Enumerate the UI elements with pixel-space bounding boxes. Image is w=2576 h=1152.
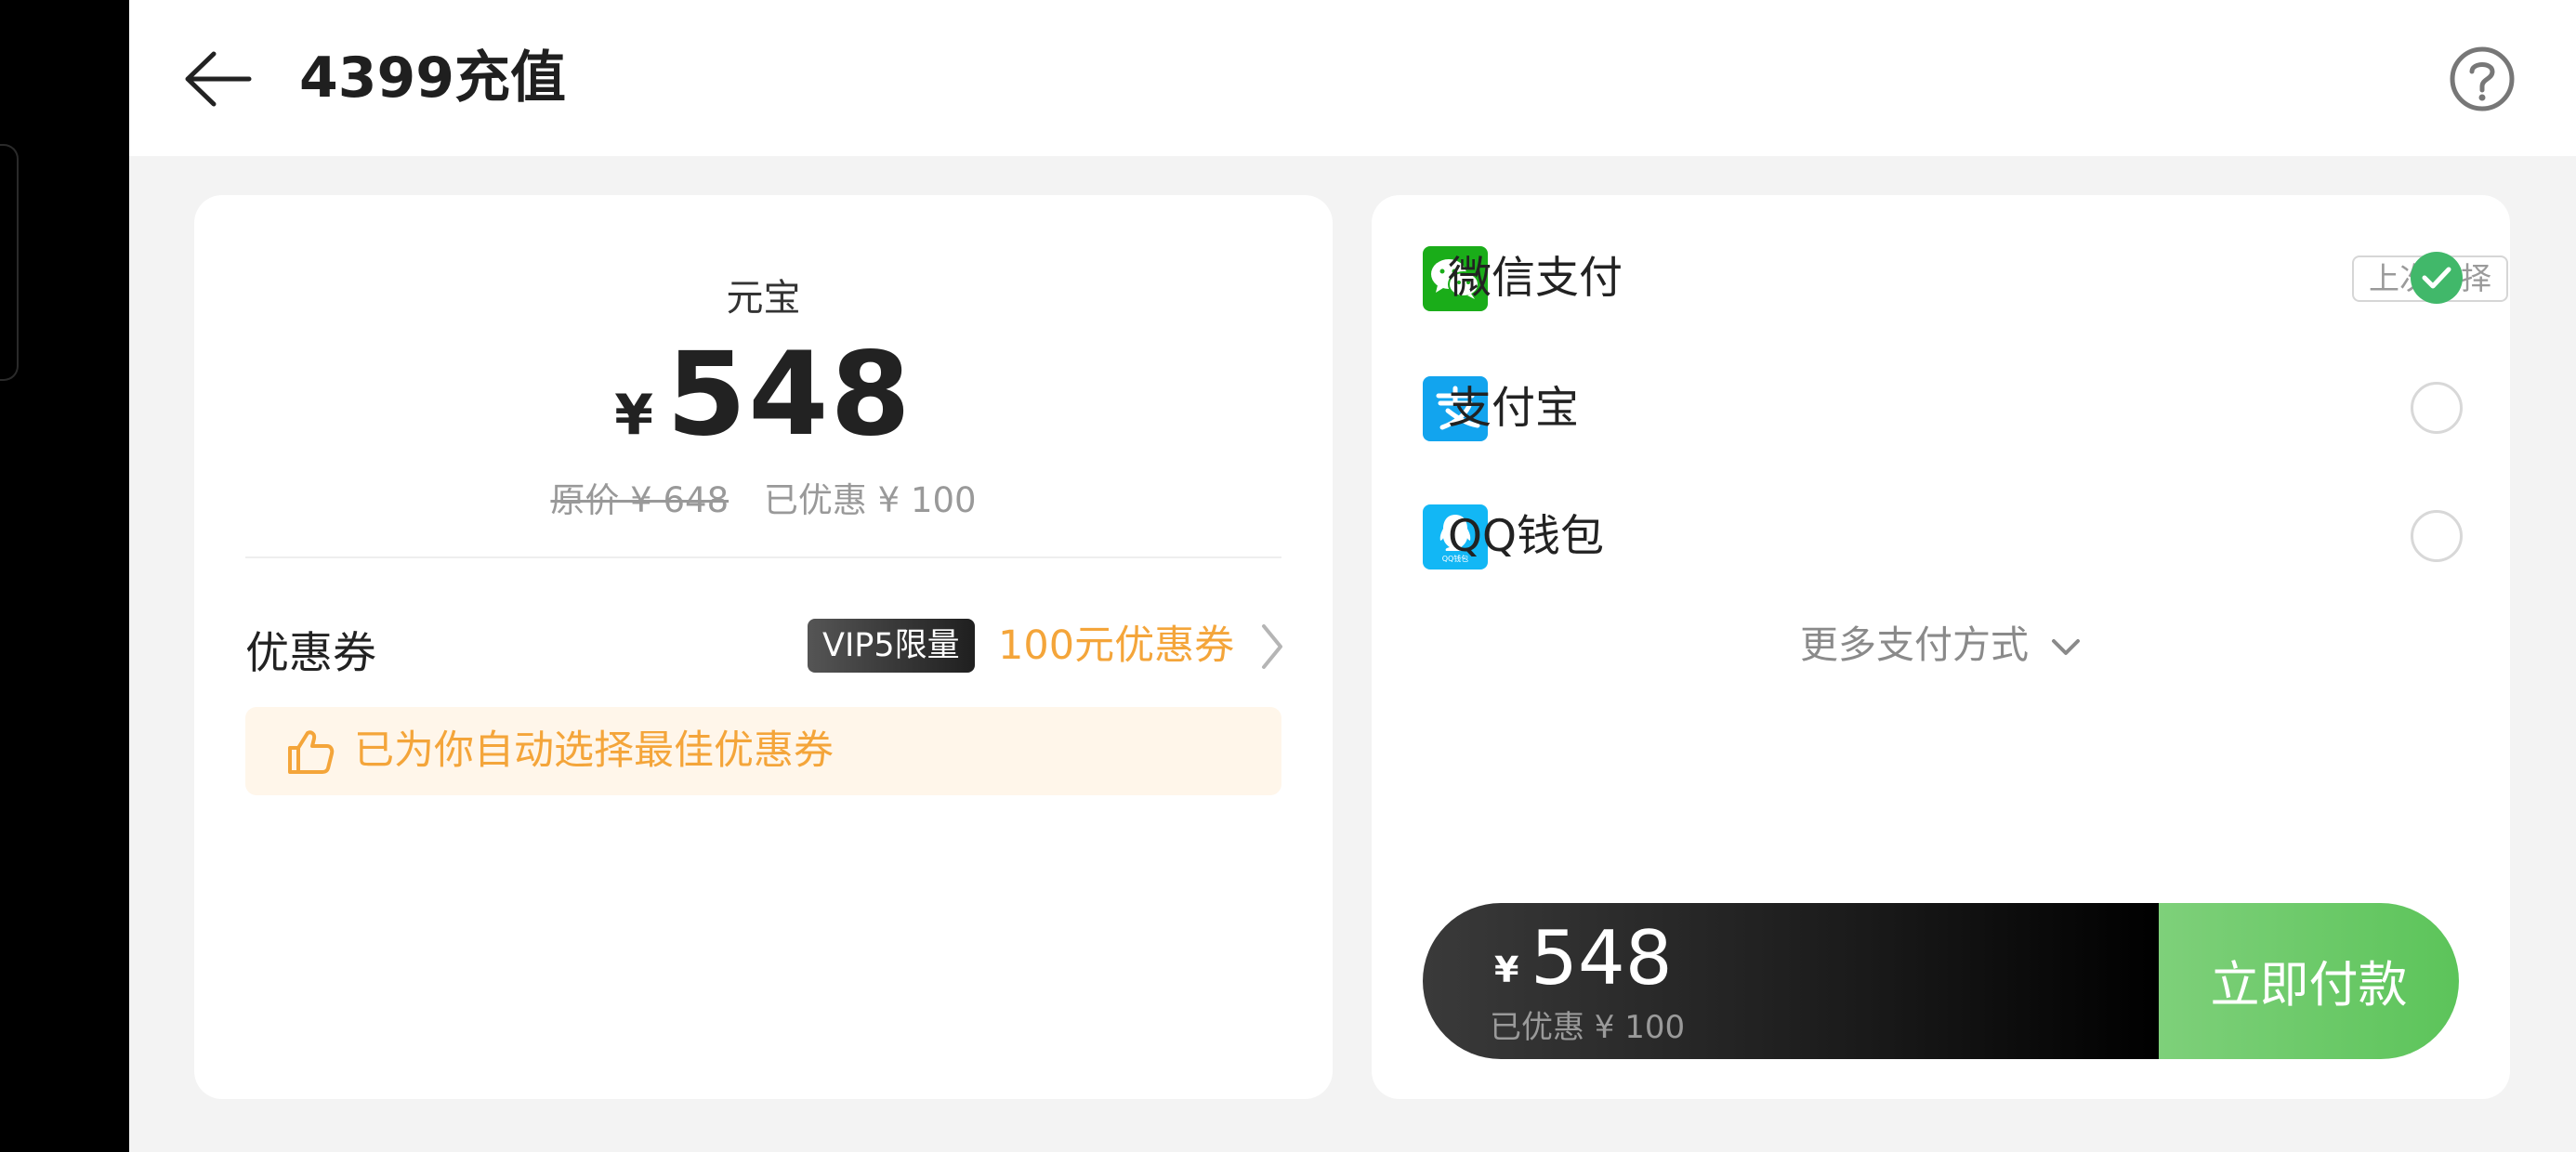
arrow-left-icon <box>185 51 252 107</box>
chevron-down-icon <box>2052 639 2081 655</box>
order-card: 元宝 ¥ 548 原价 ¥ 648 已优惠 ¥ 100 优惠券 VIP5限量 1… <box>194 195 1333 1099</box>
currency-symbol: ¥ <box>1494 949 1519 990</box>
payment-name: 微信支付 <box>1448 253 1623 304</box>
back-button[interactable] <box>176 37 259 121</box>
coupon-row[interactable]: 优惠券 VIP5限量 100元优惠券 <box>245 604 1282 687</box>
radio-unselected[interactable] <box>2411 510 2463 562</box>
total-summary: ¥ 548 已优惠 ¥ 100 <box>1423 903 2159 1059</box>
coupon-label: 优惠券 <box>245 628 376 679</box>
top-bar: 4399充值 <box>129 0 2576 156</box>
pay-now-button[interactable]: 立即付款 <box>2159 903 2459 1059</box>
checkout-bar: ¥ 548 已优惠 ¥ 100 立即付款 <box>1423 903 2459 1059</box>
total-amount: 548 <box>1531 915 1673 1001</box>
page-title: 4399充值 <box>299 46 566 111</box>
divider <box>245 556 1281 558</box>
payment-option-alipay[interactable]: 支付宝 <box>1372 358 2510 460</box>
more-payment-methods[interactable]: 更多支付方式 <box>1372 613 2510 669</box>
price-display: ¥ 548 <box>194 325 1333 465</box>
radio-unselected[interactable] <box>2411 382 2463 434</box>
radio-selected[interactable] <box>2411 252 2463 304</box>
recharge-app: 4399充值 元宝 ¥ 548 原价 ¥ 648 已优惠 ¥ 100 优惠券 V… <box>129 0 2576 1152</box>
vip-limited-badge: VIP5限量 <box>808 619 975 673</box>
thumbs-up-icon <box>288 730 335 774</box>
more-payment-label: 更多支付方式 <box>1799 622 2029 667</box>
help-button[interactable] <box>2444 41 2520 117</box>
price-breakdown: 原价 ¥ 648 已优惠 ¥ 100 <box>194 472 1333 522</box>
chevron-right-icon[interactable] <box>1258 621 1286 673</box>
discount-amount: 已优惠 ¥ 100 <box>763 480 977 520</box>
selected-coupon[interactable]: 100元优惠券 <box>998 619 1234 673</box>
check-icon <box>2422 267 2451 289</box>
payment-name: 支付宝 <box>1448 383 1579 434</box>
device-side-notch <box>0 144 19 381</box>
question-circle-icon <box>2450 46 2515 111</box>
payment-card: 微信支付 上次选择 支付宝 QQ钱包 <box>1372 195 2510 1099</box>
coupon-tip-banner: 已为你自动选择最佳优惠券 <box>245 707 1281 795</box>
currency-symbol: ¥ <box>614 383 653 448</box>
payment-option-qq-wallet[interactable]: QQ钱包 QQ钱包 <box>1372 486 2510 588</box>
product-name: 元宝 <box>726 277 801 320</box>
payment-name: QQ钱包 <box>1448 511 1604 562</box>
price-amount: 548 <box>665 328 913 462</box>
payment-option-wechat[interactable]: 微信支付 上次选择 <box>1372 228 2510 330</box>
total-discount: 已优惠 ¥ 100 <box>1490 1009 1686 1046</box>
coupon-tip-text: 已为你自动选择最佳优惠券 <box>354 727 834 774</box>
original-price: 原价 ¥ 648 <box>550 480 729 520</box>
